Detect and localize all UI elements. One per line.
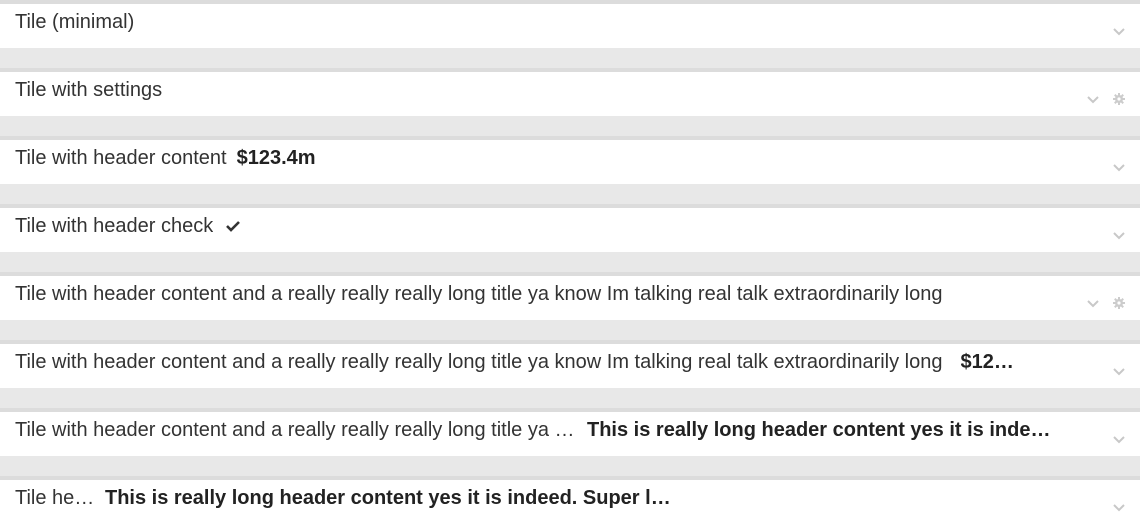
chevron-down-icon[interactable] (1112, 228, 1126, 242)
tile-controls (1112, 14, 1126, 38)
tile-title: Tile with header content (15, 146, 227, 169)
tile-header[interactable]: Tile with settings (15, 72, 1066, 116)
header-content: This is really long header content yes i… (104, 486, 675, 509)
tile-controls (1112, 490, 1126, 514)
chevron-down-icon[interactable] (1112, 24, 1126, 38)
header-content: This is really long header content yes i… (587, 418, 1055, 441)
tile-title: Tile with header content and a really re… (15, 350, 943, 373)
tile-controls (1112, 354, 1126, 378)
tile-header[interactable]: Tile with header content and a really re… (15, 344, 1075, 388)
tile-controls (1112, 150, 1126, 174)
tile-controls (1086, 82, 1126, 106)
chevron-down-icon[interactable] (1086, 92, 1100, 106)
header-content: $123.4m (236, 146, 316, 169)
tile-header[interactable]: Tile with header content and a really re… (15, 412, 1055, 456)
tile-title: Tile header (15, 486, 95, 509)
gear-icon[interactable] (1112, 296, 1126, 310)
tile-title: Tile with settings (15, 78, 163, 101)
tile-long-title-settings: Tile with header content and a really re… (0, 272, 1140, 320)
check-icon (226, 221, 241, 232)
tile-with-header-check: Tile with header check (0, 204, 1140, 252)
tile-header[interactable]: Tile with header content and a really re… (15, 276, 1045, 320)
tile-list: Tile (minimal) Tile with settings Tile w… (0, 0, 1140, 524)
chevron-down-icon[interactable] (1112, 160, 1126, 174)
tile-header[interactable]: Tile with header check (15, 208, 1092, 252)
gear-icon[interactable] (1112, 92, 1126, 106)
chevron-down-icon[interactable] (1086, 296, 1100, 310)
tile-minimal: Tile (minimal) (0, 0, 1140, 48)
tile-header[interactable]: Tile with header content $123.4m (15, 140, 1092, 184)
chevron-down-icon[interactable] (1112, 364, 1126, 378)
tile-long-title-content: Tile with header content and a really re… (0, 340, 1140, 388)
tile-title: Tile (minimal) (15, 10, 135, 33)
tile-controls (1112, 218, 1126, 242)
tile-title: Tile with header content and a really re… (15, 418, 577, 441)
tile-header[interactable]: Tile (minimal) (15, 4, 1092, 48)
tile-controls (1112, 422, 1126, 446)
tile-with-header-content: Tile with header content $123.4m (0, 136, 1140, 184)
tile-header-long-content: Tile header This is really long header c… (0, 476, 1140, 524)
tile-title: Tile with header content and a really re… (15, 282, 943, 305)
chevron-down-icon[interactable] (1112, 500, 1126, 514)
tile-controls (1086, 286, 1126, 310)
chevron-down-icon[interactable] (1112, 432, 1126, 446)
tile-long-title-long-content: Tile with header content and a really re… (0, 408, 1140, 456)
tile-with-settings: Tile with settings (0, 68, 1140, 116)
header-content: $123.4m (960, 350, 1021, 373)
tile-title: Tile with header check (15, 214, 214, 237)
tile-header[interactable]: Tile header This is really long header c… (15, 480, 675, 524)
